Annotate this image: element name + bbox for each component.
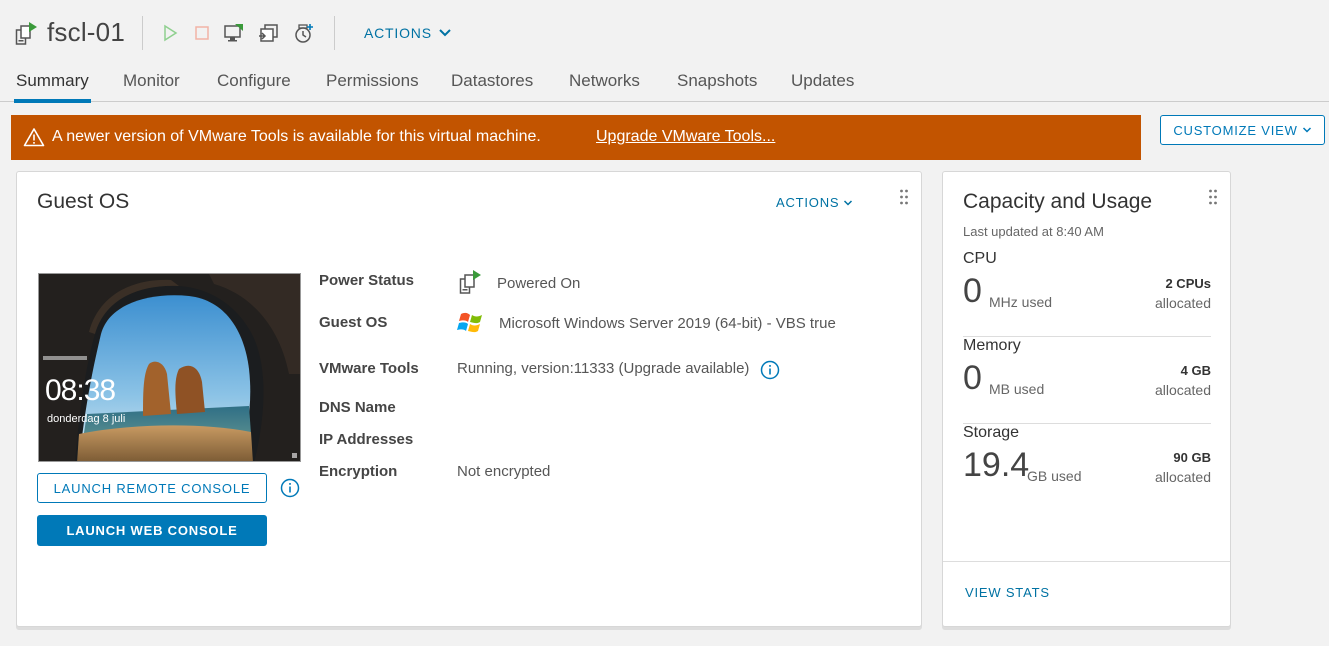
tab-monitor[interactable]: Monitor — [123, 71, 180, 102]
cpu-used-value: 0 — [963, 272, 982, 310]
memory-allocated-value: 4 GB — [1180, 363, 1211, 378]
launch-console-icon[interactable] — [222, 20, 246, 46]
chevron-down-icon — [439, 29, 451, 37]
vm-name-title: fscl-01 — [47, 17, 125, 47]
encryption-value: Not encrypted — [457, 463, 551, 480]
warning-icon — [23, 127, 45, 147]
banner-message: A newer version of VMware Tools is avail… — [52, 128, 541, 145]
vm-icon — [15, 20, 39, 46]
guest-os-card: Guest OS ACTIONS 08:38 donderdag 8 juli … — [16, 171, 922, 627]
drag-handle-icon[interactable] — [899, 188, 909, 206]
header-actions-label: ACTIONS — [364, 25, 432, 41]
memory-used-unit: MB used — [989, 381, 1045, 397]
launch-remote-console-button[interactable]: LAUNCH REMOTE CONSOLE — [37, 473, 267, 503]
customize-view-button[interactable]: CUSTOMIZE VIEW — [1160, 115, 1325, 145]
tab-summary[interactable]: Summary — [14, 71, 91, 103]
console-thumbnail[interactable]: 08:38 donderdag 8 juli — [38, 273, 301, 462]
toolbar-divider — [334, 16, 335, 50]
last-updated-text: Last updated at 8:40 AM — [963, 224, 1104, 239]
powered-on-vm-icon — [459, 269, 483, 295]
storage-used-unit: GB used — [1027, 468, 1082, 484]
customize-view-label: CUSTOMIZE VIEW — [1173, 122, 1298, 138]
thumbnail-clock: 08:38 — [45, 374, 116, 407]
memory-used-value: 0 — [963, 359, 982, 397]
prop-label-encryption: Encryption — [319, 463, 398, 480]
cpu-used-unit: MHz used — [989, 294, 1053, 310]
drag-handle-icon[interactable] — [1208, 188, 1218, 206]
guest-os-card-title: Guest OS — [37, 190, 130, 213]
guest-os-actions-menu[interactable]: ACTIONS — [776, 195, 853, 210]
storage-allocated-label: allocated — [1154, 469, 1211, 485]
tab-updates[interactable]: Updates — [791, 71, 854, 102]
header-actions-menu[interactable]: ACTIONS — [364, 25, 452, 41]
info-icon[interactable] — [760, 360, 780, 380]
power-off-icon[interactable] — [190, 20, 214, 46]
tab-datastores[interactable]: Datastores — [451, 71, 533, 102]
power-status-value: Powered On — [497, 275, 581, 292]
launch-web-console-button[interactable]: LAUNCH WEB CONSOLE — [37, 515, 267, 546]
cpu-usage-section: CPU 0 MHz used 2 CPUs allocated — [963, 250, 1211, 337]
prop-label-guest-os: Guest OS — [319, 314, 388, 331]
guest-os-actions-label: ACTIONS — [776, 195, 840, 210]
tab-configure[interactable]: Configure — [217, 71, 291, 102]
info-icon[interactable] — [280, 478, 300, 498]
windows-logo-icon — [457, 309, 485, 337]
cpu-label: CPU — [963, 250, 997, 267]
prop-label-ip-addresses: IP Addresses — [319, 431, 414, 448]
tab-permissions[interactable]: Permissions — [326, 71, 419, 102]
tab-bar: Summary Monitor Configure Permissions Da… — [0, 62, 1329, 103]
storage-allocated-value: 90 GB — [1173, 450, 1211, 465]
memory-label: Memory — [963, 337, 1021, 354]
thumbnail-date: donderdag 8 juli — [47, 413, 126, 425]
migrate-icon[interactable] — [256, 20, 280, 46]
snapshot-icon[interactable] — [292, 20, 316, 46]
cpu-allocated-label: allocated — [1154, 295, 1211, 311]
card-footer-divider — [943, 561, 1230, 562]
tab-networks[interactable]: Networks — [569, 71, 640, 102]
vm-header: fscl-01 ACTIONS — [0, 0, 1329, 62]
capacity-usage-card: Capacity and Usage Last updated at 8:40 … — [942, 171, 1231, 627]
storage-used-value: 19.4 — [963, 446, 1030, 484]
chevron-down-icon — [1302, 127, 1311, 133]
vmware-tools-value: Running, version:11333 (Upgrade availabl… — [457, 360, 750, 377]
prop-label-dns-name: DNS Name — [319, 399, 396, 416]
prop-label-vmware-tools: VMware Tools — [319, 360, 419, 377]
tab-snapshots[interactable]: Snapshots — [677, 71, 757, 102]
view-stats-link[interactable]: VIEW STATS — [965, 585, 1050, 600]
tools-upgrade-banner: A newer version of VMware Tools is avail… — [11, 115, 1141, 160]
upgrade-tools-link[interactable]: Upgrade VMware Tools... — [596, 128, 775, 146]
memory-allocated-label: allocated — [1154, 382, 1211, 398]
prop-label-power-status: Power Status — [319, 272, 415, 289]
storage-label: Storage — [963, 424, 1020, 441]
chevron-down-icon — [844, 199, 853, 206]
cpu-allocated-value: 2 CPUs — [1165, 276, 1211, 291]
toolbar-divider — [142, 16, 143, 50]
power-on-icon[interactable] — [158, 20, 182, 46]
capacity-card-title: Capacity and Usage — [963, 190, 1153, 213]
guest-os-value: Microsoft Windows Server 2019 (64-bit) -… — [499, 315, 836, 332]
memory-usage-section: Memory 0 MB used 4 GB allocated — [963, 337, 1211, 424]
storage-usage-section: Storage 19.4 GB used 90 GB allocated — [963, 424, 1211, 511]
